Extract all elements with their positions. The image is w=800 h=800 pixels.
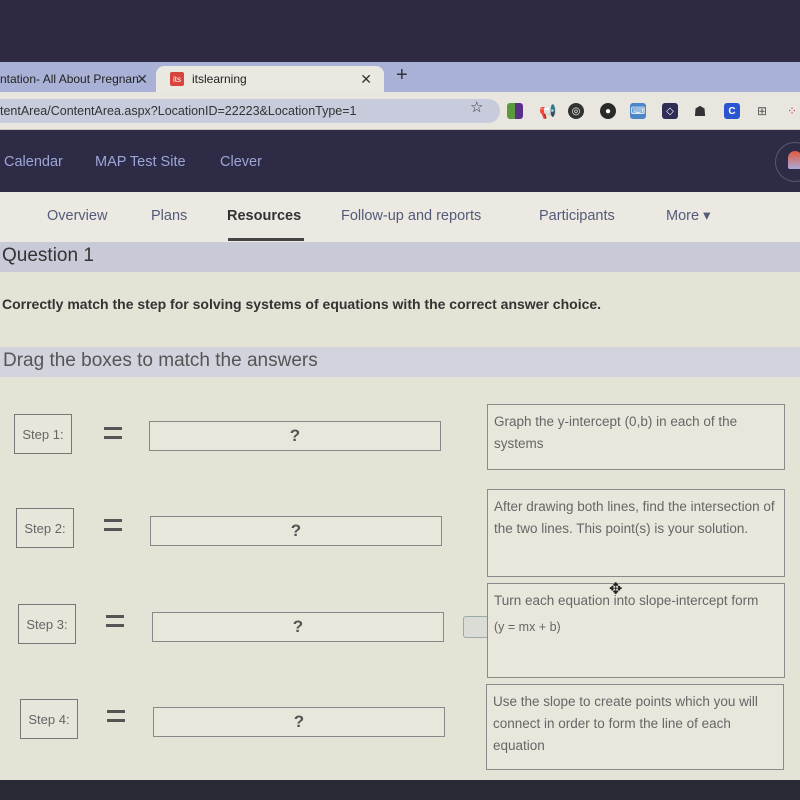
target-ext-icon[interactable]: ◎ xyxy=(568,103,584,119)
step-3-label: Step 3: xyxy=(18,604,76,644)
tab-participants[interactable]: Participants xyxy=(539,208,615,224)
answer-text: Graph the y-intercept (0,b) in each of t… xyxy=(494,414,738,451)
tab-label: ntation- All About Pregnan xyxy=(0,72,139,86)
c-ext-icon[interactable]: C xyxy=(724,103,740,119)
keyboard-ext-icon[interactable]: ⌨ xyxy=(630,103,646,119)
new-tab-button[interactable]: + xyxy=(396,64,408,87)
nav-link-map-test-site[interactable]: MAP Test Site xyxy=(95,154,186,170)
equals-icon xyxy=(107,710,125,722)
close-icon[interactable]: ✕ xyxy=(136,71,148,88)
tab-itslearning[interactable]: its itslearning ✕ xyxy=(156,66,384,92)
url-input[interactable]: tentArea/ContentArea.aspx?LocationID=222… xyxy=(0,99,500,123)
bag-ext-icon[interactable]: ☗ xyxy=(692,103,708,119)
close-icon[interactable]: ✕ xyxy=(360,71,372,88)
question-instruction: Correctly match the step for solving sys… xyxy=(2,296,602,312)
address-bar-row: tentArea/ContentArea.aspx?LocationID=222… xyxy=(0,92,800,130)
equals-icon xyxy=(104,427,122,439)
tab-overview[interactable]: Overview xyxy=(47,208,107,224)
step-1-drop-target[interactable]: ? xyxy=(149,421,441,451)
step-2-drop-target[interactable]: ? xyxy=(150,516,442,546)
tab-plans[interactable]: Plans xyxy=(151,208,187,224)
answer-subtext: (y = mx + b) xyxy=(494,620,561,634)
tab-follow-up-reports[interactable]: Follow-up and reports xyxy=(341,208,481,224)
answer-card-use-slope[interactable]: Use the slope to create points which you… xyxy=(486,684,784,770)
step-4-drop-target[interactable]: ? xyxy=(153,707,445,737)
answer-card-slope-intercept[interactable]: Turn each equation into slope-intercept … xyxy=(487,583,785,678)
itslearning-favicon-icon: its xyxy=(170,72,184,86)
drag-handle[interactable] xyxy=(463,616,489,638)
bookmark-star-icon[interactable]: ☆ xyxy=(470,98,483,116)
site-nav: Calendar MAP Test Site Clever xyxy=(0,130,800,192)
step-2-label: Step 2: xyxy=(16,508,74,548)
square-ext-icon[interactable]: ◇ xyxy=(662,103,678,119)
equals-icon xyxy=(106,615,124,627)
answer-card-find-intersection[interactable]: After drawing both lines, find the inter… xyxy=(487,489,785,577)
course-nav: Overview Plans Resources Follow-up and r… xyxy=(0,192,800,242)
equals-icon xyxy=(104,519,122,531)
color-bars-ext-icon[interactable] xyxy=(507,103,523,119)
screen-bezel-top xyxy=(0,0,800,62)
dots-ext-icon[interactable]: ⁘ xyxy=(784,103,800,119)
tab-pregnancy[interactable]: ntation- All About Pregnan ✕ xyxy=(0,66,158,92)
answer-text: Use the slope to create points which you… xyxy=(493,694,758,753)
tab-label: itslearning xyxy=(192,72,247,86)
nav-link-clever[interactable]: Clever xyxy=(220,154,262,170)
nav-link-calendar[interactable]: Calendar xyxy=(4,154,63,170)
question-title: Question 1 xyxy=(2,245,94,266)
grid-ext-icon[interactable]: ⊞ xyxy=(754,103,770,119)
question-header: Question 1 xyxy=(0,242,800,272)
step-1-label: Step 1: xyxy=(14,414,72,454)
tab-resources[interactable]: Resources xyxy=(227,208,301,224)
tab-more[interactable]: More ▾ xyxy=(666,208,710,224)
drag-header: Drag the boxes to match the answers xyxy=(0,347,800,377)
answer-text: After drawing both lines, find the inter… xyxy=(494,499,775,536)
notification-bell-icon[interactable] xyxy=(775,142,800,182)
drag-instruction: Drag the boxes to match the answers xyxy=(3,350,318,371)
step-4-label: Step 4: xyxy=(20,699,78,739)
pin-ext-icon[interactable]: ● xyxy=(600,103,616,119)
move-cursor-icon: ✥ xyxy=(609,581,623,598)
screen-bezel-bottom xyxy=(0,780,800,800)
answer-text: Turn each equation into slope-intercept … xyxy=(494,593,759,608)
megaphone-ext-icon[interactable]: 📢 xyxy=(539,103,556,119)
answer-card-graph-intercept[interactable]: Graph the y-intercept (0,b) in each of t… xyxy=(487,404,785,470)
active-tab-underline xyxy=(228,238,304,241)
step-3-drop-target[interactable]: ? xyxy=(152,612,444,642)
